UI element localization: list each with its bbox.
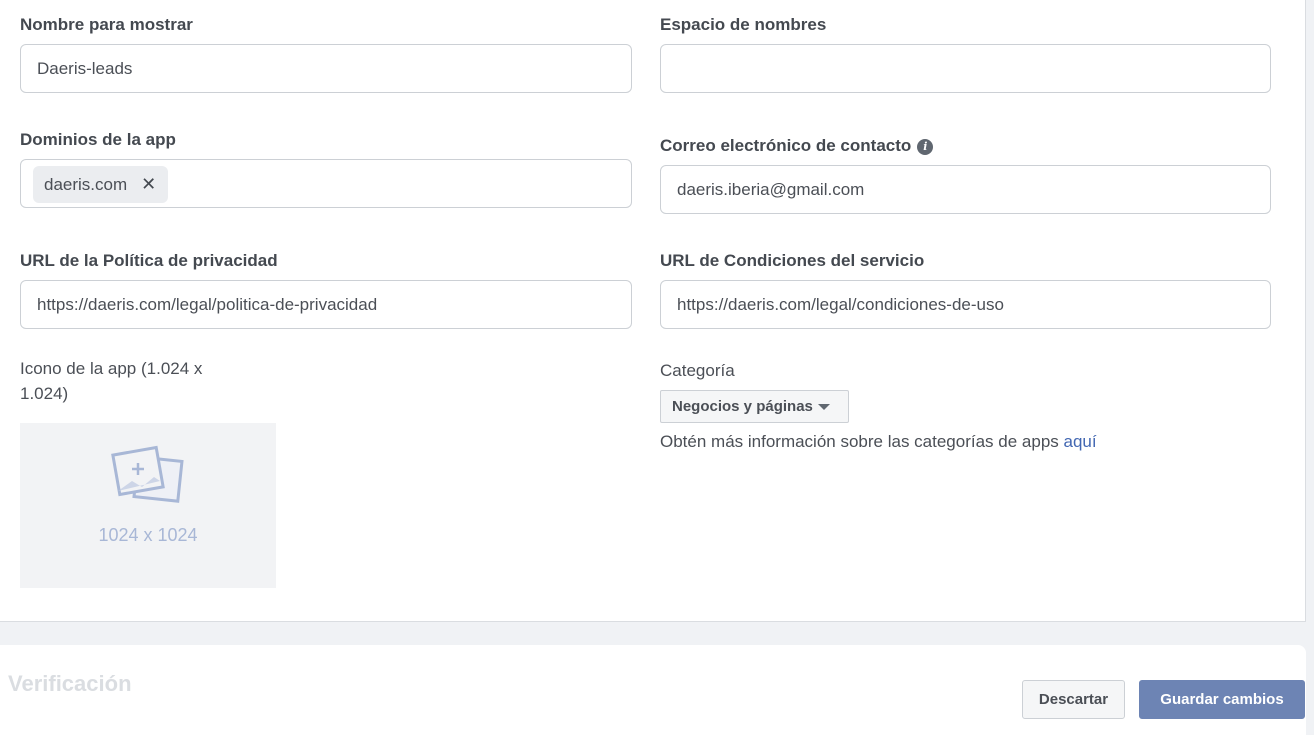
category-help-text: Obtén más información sobre las categorí… <box>660 432 1097 452</box>
app-domains-label: Dominios de la app <box>20 130 176 149</box>
app-icon-upload[interactable]: 1024 x 1024 <box>20 423 276 588</box>
category-help-text-body: Obtén más información sobre las categorí… <box>660 432 1064 451</box>
namespace-input[interactable] <box>660 44 1271 93</box>
add-image-icon <box>111 445 184 503</box>
namespace-label: Espacio de nombres <box>660 15 827 34</box>
scrollbar[interactable] <box>1307 0 1314 728</box>
remove-chip-icon[interactable]: ✕ <box>141 174 156 195</box>
display-name-label: Nombre para mostrar <box>20 15 193 34</box>
verification-title: Verificación <box>8 671 132 696</box>
terms-url-label: URL de Condiciones del servicio <box>660 251 925 270</box>
app-icon-label-line1: Icono de la app (1.024 x <box>20 359 203 378</box>
icon-placeholder-dims: 1024 x 1024 <box>98 525 198 545</box>
info-icon[interactable]: i <box>917 138 934 155</box>
domain-chip-label: daeris.com <box>44 174 128 194</box>
category-label: Categoría <box>660 361 735 380</box>
contact-email-label: Correo electrónico de contacto i <box>660 136 934 156</box>
category-select[interactable]: Negocios y páginas <box>660 390 849 423</box>
caret-down-icon <box>817 403 830 410</box>
terms-url-input[interactable]: https://daeris.com/legal/condiciones-de-… <box>660 280 1271 329</box>
privacy-url-input[interactable]: https://daeris.com/legal/politica-de-pri… <box>20 280 632 329</box>
category-help-link[interactable]: aquí <box>1064 432 1097 451</box>
display-name-input[interactable]: Daeris-leads <box>20 44 632 93</box>
category-select-value: Negocios y páginas <box>672 398 813 415</box>
app-icon-label: Icono de la app (1.024 x 1.024) <box>20 356 202 406</box>
privacy-url-label: URL de la Política de privacidad <box>20 251 278 270</box>
basic-settings-card: Nombre para mostrar Daeris-leads Espacio… <box>0 0 1306 622</box>
contact-email-input[interactable]: daeris.iberia@gmail.com <box>660 165 1271 214</box>
contact-email-label-text: Correo electrónico de contacto <box>660 136 912 155</box>
save-changes-button[interactable]: Guardar cambios <box>1139 680 1305 719</box>
discard-button[interactable]: Descartar <box>1022 680 1125 719</box>
app-icon-label-line2: 1.024) <box>20 384 69 403</box>
domain-chip: daeris.com ✕ <box>33 166 169 203</box>
app-domains-input[interactable]: daeris.com ✕ <box>20 159 632 208</box>
